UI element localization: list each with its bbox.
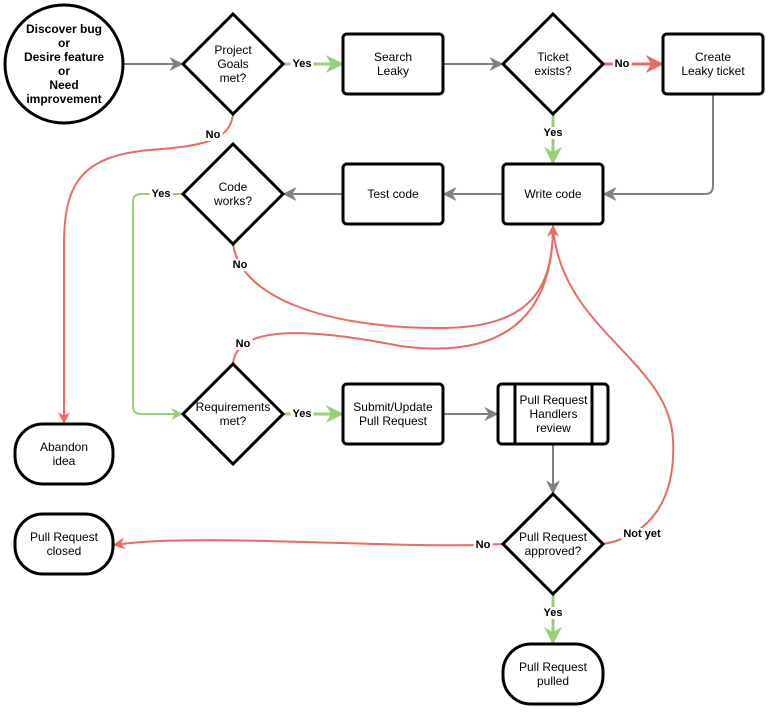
works-no-label: No — [230, 259, 250, 271]
ticket-no-label: No — [612, 58, 632, 70]
approved-label: Pull Request approved? — [518, 530, 588, 558]
submit-label: Submit/Update Pull Request — [353, 400, 433, 428]
edge-works-yes — [132, 193, 184, 420]
closed-label: Pull Request closed — [29, 530, 99, 558]
goals-label: Project Goals met? — [214, 43, 252, 85]
search-label: Search Leaky — [373, 50, 413, 78]
edge-create-to-write — [602, 94, 714, 201]
review-label: Pull Request Handlers review — [519, 393, 588, 435]
test-label: Test code — [367, 187, 419, 201]
ticket-yes-label: Yes — [541, 127, 565, 139]
req-yes-label: Yes — [290, 408, 314, 420]
flowchart: Discover bug or Desire feature or Need i… — [0, 0, 773, 714]
approved-no-label: No — [473, 539, 493, 551]
start-label: Discover bug or Desire feature or Need i… — [23, 22, 105, 106]
edge-approved-no — [112, 537, 504, 550]
works-yes-label: Yes — [149, 188, 173, 200]
edge-req-no — [232, 225, 554, 365]
works-label: Code works? — [213, 180, 252, 208]
create-label: Create Leaky ticket — [681, 50, 745, 78]
write-label: Write code — [524, 187, 582, 201]
req-no-label: No — [233, 338, 253, 350]
abandon-label: Abandon idea — [39, 440, 89, 468]
approved-yes-label: Yes — [541, 607, 565, 619]
ticket-label: Ticket exists? — [534, 50, 572, 78]
pulled-label: Pull Request pulled — [518, 660, 588, 688]
approved-not-yet-label: Not yet — [621, 528, 663, 540]
goals-no-label: No — [203, 129, 223, 141]
req-label: Requirements met? — [195, 400, 271, 428]
goals-yes-label: Yes — [290, 58, 314, 70]
